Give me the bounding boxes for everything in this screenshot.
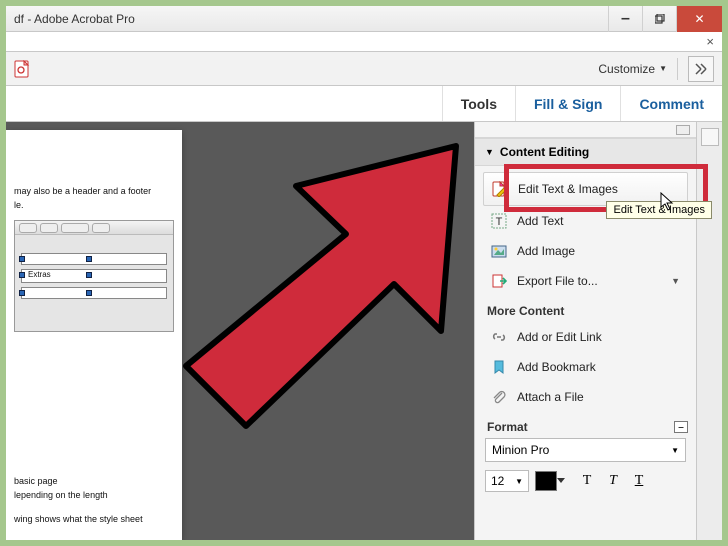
tooltip: Edit Text & Images	[606, 201, 712, 219]
bookmark-icon	[491, 359, 507, 375]
doc-text-line: wing shows what the style sheet	[14, 514, 174, 524]
text-style-button-3[interactable]: T	[629, 471, 649, 491]
font-color-swatch[interactable]	[535, 471, 557, 491]
font-family-select[interactable]: Minion Pro ▼	[485, 438, 686, 462]
paperclip-icon	[491, 389, 507, 405]
chevron-down-icon: ▼	[671, 446, 679, 455]
chevron-down-icon: ▼	[515, 477, 523, 486]
customize-menu[interactable]: Customize ▼	[598, 62, 667, 76]
doc-embedded-window: Extras	[14, 220, 174, 332]
triangle-down-icon: ▼	[485, 147, 494, 157]
maximize-button[interactable]	[642, 6, 676, 32]
item-label: Add Text	[517, 214, 563, 228]
attach-file-button[interactable]: Attach a File	[483, 382, 688, 412]
chevron-down-icon: ▼	[659, 64, 667, 73]
link-icon	[491, 329, 507, 345]
panel-options-button[interactable]	[676, 125, 690, 135]
toolbar: Customize ▼	[6, 52, 722, 86]
tab-comment[interactable]: Comment	[620, 86, 722, 121]
text-style-button-1[interactable]: T	[577, 471, 597, 491]
edit-page-icon	[492, 181, 508, 197]
font-name-value: Minion Pro	[492, 443, 549, 457]
more-content-label: More Content	[487, 304, 688, 318]
tools-side-panel: ▼ Content Editing Edit Text & Images T A…	[474, 122, 696, 540]
item-label: Attach a File	[517, 390, 584, 404]
window-title: df - Adobe Acrobat Pro	[14, 12, 608, 26]
collapse-panel-button[interactable]	[688, 56, 714, 82]
export-file-button[interactable]: Export File to... ▼	[483, 266, 688, 296]
close-button[interactable]: ✕	[676, 6, 722, 32]
doc-text-line: le.	[14, 200, 174, 210]
document-close-row: ×	[6, 32, 722, 52]
item-label: Edit Text & Images	[518, 182, 618, 196]
document-close-button[interactable]: ×	[706, 34, 714, 49]
customize-label: Customize	[598, 62, 655, 76]
pdf-icon[interactable]	[14, 60, 32, 78]
add-bookmark-button[interactable]: Add Bookmark	[483, 352, 688, 382]
right-icon-bar	[696, 122, 722, 540]
image-icon	[491, 243, 507, 259]
add-edit-link-button[interactable]: Add or Edit Link	[483, 322, 688, 352]
format-label: Format	[487, 420, 528, 434]
iconbar-button[interactable]	[701, 128, 719, 146]
doc-text-line: lepending on the length	[14, 490, 174, 500]
doc-text-line: basic page	[14, 476, 174, 486]
chevron-right-icon: ▼	[671, 276, 680, 286]
tab-fill-sign[interactable]: Fill & Sign	[515, 86, 620, 121]
format-collapse-button[interactable]: –	[674, 421, 688, 433]
section-title: Content Editing	[500, 145, 589, 159]
minimize-button[interactable]: –	[608, 6, 642, 32]
document-viewport[interactable]: may also be a header and a footer le. Ex…	[6, 122, 474, 540]
item-label: Add or Edit Link	[517, 330, 602, 344]
font-size-value: 12	[491, 474, 504, 488]
export-icon	[491, 273, 507, 289]
titlebar: df - Adobe Acrobat Pro – ✕	[6, 6, 722, 32]
document-page: may also be a header and a footer le. Ex…	[6, 130, 182, 540]
item-label: Add Bookmark	[517, 360, 596, 374]
content-editing-section-header[interactable]: ▼ Content Editing	[475, 138, 696, 166]
tab-bar: Tools Fill & Sign Comment	[6, 86, 722, 122]
item-label: Export File to...	[517, 274, 598, 288]
item-label: Add Image	[517, 244, 575, 258]
add-image-button[interactable]: Add Image	[483, 236, 688, 266]
doc-text-line: may also be a header and a footer	[14, 186, 174, 196]
text-icon: T	[491, 213, 507, 229]
text-style-button-2[interactable]: T	[603, 471, 623, 491]
font-size-select[interactable]: 12 ▼	[485, 470, 529, 492]
svg-text:T: T	[496, 216, 503, 228]
tab-tools[interactable]: Tools	[442, 86, 515, 121]
